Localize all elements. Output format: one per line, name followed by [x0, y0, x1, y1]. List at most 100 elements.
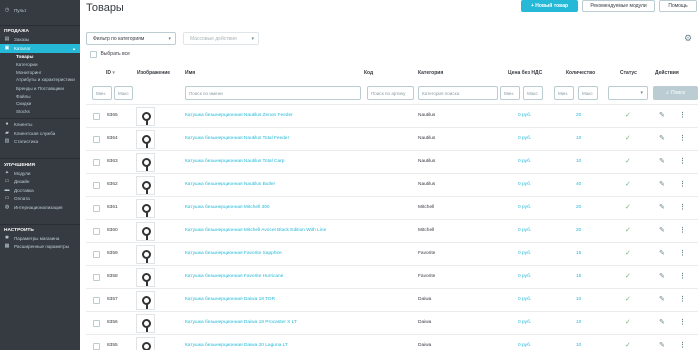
product-name-link[interactable]: Катушка безынерционная Nautilus Zenon Fe…: [185, 113, 293, 118]
search-button[interactable]: ⌕ Поиск: [653, 86, 698, 100]
product-quantity[interactable]: 10: [576, 343, 581, 348]
id-min-input[interactable]: Мин.: [92, 86, 112, 100]
edit-pencil-icon[interactable]: ✎: [659, 180, 665, 188]
edit-pencil-icon[interactable]: ✎: [659, 341, 665, 349]
sidebar-item-modules[interactable]: ✦ Модули: [0, 169, 80, 178]
sidebar-item-service[interactable]: ▰ Клиентская служба: [0, 129, 80, 138]
more-options-icon[interactable]: ⋮: [679, 180, 686, 188]
status-check-icon[interactable]: ✓: [625, 249, 631, 257]
product-quantity[interactable]: 20: [576, 113, 581, 118]
sidebar-item-orders[interactable]: ▤ Заказы: [0, 36, 80, 45]
select-all[interactable]: Выбрать все: [90, 51, 130, 58]
qty-max-input[interactable]: Макс: [578, 86, 598, 100]
product-thumbnail[interactable]: [136, 222, 155, 241]
more-options-icon[interactable]: ⋮: [679, 249, 686, 257]
bulk-actions-dropdown[interactable]: Массовые действия ▾: [183, 32, 259, 45]
column-name[interactable]: Имя: [185, 70, 195, 76]
name-search-input[interactable]: Поиск по имени: [185, 86, 361, 100]
product-name-link[interactable]: Катушка безынерционная Nautilus Total Fe…: [185, 136, 289, 141]
product-thumbnail[interactable]: [136, 199, 155, 218]
product-thumbnail[interactable]: [136, 337, 155, 350]
new-product-button[interactable]: + Новый товар: [521, 0, 578, 12]
product-price[interactable]: 0 руб.: [518, 297, 531, 302]
sidebar-subitem-discounts[interactable]: Скидки: [0, 100, 80, 108]
product-name-link[interactable]: Катушка безынерционная Nautilus Butler: [185, 182, 275, 187]
more-options-icon[interactable]: ⋮: [679, 272, 686, 280]
product-quantity[interactable]: 10: [576, 136, 581, 141]
price-max-input[interactable]: Макс: [523, 86, 543, 100]
product-name-link[interactable]: Катушка безынерционная Daiwa 18 Procaste…: [185, 320, 297, 325]
product-price[interactable]: 0 руб.: [518, 113, 531, 118]
edit-pencil-icon[interactable]: ✎: [659, 134, 665, 142]
row-checkbox[interactable]: [93, 205, 100, 212]
sidebar-subitem-categories[interactable]: Категории: [0, 60, 80, 68]
status-check-icon[interactable]: ✓: [625, 341, 631, 349]
product-name-link[interactable]: Катушка безынерционная Nautilus Total Ca…: [185, 159, 284, 164]
sidebar-item-payment[interactable]: ▭ Оплата: [0, 195, 80, 204]
sidebar-item-catalog[interactable]: ▣ Каталог ▲: [0, 44, 80, 53]
sidebar-item-shop-params[interactable]: ✱ Параметры магазина: [0, 235, 80, 244]
sidebar-item-dashboard[interactable]: ◷ Пульт: [0, 6, 80, 15]
sidebar-item-design[interactable]: ▭ Дизайн: [0, 178, 80, 187]
product-quantity[interactable]: 10: [576, 159, 581, 164]
category-filter-dropdown[interactable]: Фильтр по категориям ▾: [86, 32, 176, 45]
select-all-checkbox[interactable]: [90, 51, 97, 58]
product-price[interactable]: 0 руб.: [518, 205, 531, 210]
edit-pencil-icon[interactable]: ✎: [659, 111, 665, 119]
more-options-icon[interactable]: ⋮: [679, 318, 686, 326]
product-name-link[interactable]: Катушка безынерционная Favorite Hurrican…: [185, 274, 283, 279]
status-check-icon[interactable]: ✓: [625, 295, 631, 303]
sidebar-item-stats[interactable]: ▥ Статистика: [0, 138, 80, 147]
product-quantity[interactable]: 15: [576, 251, 581, 256]
status-check-icon[interactable]: ✓: [625, 318, 631, 326]
product-price[interactable]: 0 руб.: [518, 182, 531, 187]
edit-pencil-icon[interactable]: ✎: [659, 203, 665, 211]
product-thumbnail[interactable]: [136, 153, 155, 172]
product-thumbnail[interactable]: [136, 107, 155, 126]
product-price[interactable]: 0 руб.: [518, 274, 531, 279]
product-name-link[interactable]: Катушка безынерционная Mitchell Avocet B…: [185, 228, 326, 233]
status-select[interactable]: ▾: [608, 86, 648, 100]
more-options-icon[interactable]: ⋮: [679, 157, 686, 165]
gear-icon[interactable]: ⚙: [684, 33, 692, 44]
more-options-icon[interactable]: ⋮: [679, 295, 686, 303]
edit-pencil-icon[interactable]: ✎: [659, 226, 665, 234]
more-options-icon[interactable]: ⋮: [679, 226, 686, 234]
product-quantity[interactable]: 40: [576, 182, 581, 187]
product-quantity[interactable]: 20: [576, 205, 581, 210]
row-checkbox[interactable]: [93, 136, 100, 143]
sidebar-item-intl[interactable]: ◍ Интернационализация: [0, 203, 80, 212]
product-price[interactable]: 0 руб.: [518, 251, 531, 256]
sidebar-subitem-files[interactable]: Файлы: [0, 92, 80, 100]
sidebar-subitem-brands[interactable]: Бренды и Поставщики: [0, 84, 80, 92]
product-price[interactable]: 0 руб.: [518, 159, 531, 164]
row-checkbox[interactable]: [93, 343, 100, 350]
status-check-icon[interactable]: ✓: [625, 272, 631, 280]
column-price[interactable]: Цена без НДС: [508, 70, 542, 76]
code-search-input[interactable]: Поиск по артику: [367, 86, 414, 100]
category-search-input[interactable]: Категория поиска: [418, 86, 498, 100]
column-code[interactable]: Код: [364, 70, 373, 76]
product-name-link[interactable]: Катушка безынерционная Favorite Sapphire: [185, 251, 282, 256]
status-check-icon[interactable]: ✓: [625, 157, 631, 165]
price-min-input[interactable]: Мин.: [500, 86, 520, 100]
product-price[interactable]: 0 руб.: [518, 136, 531, 141]
row-checkbox[interactable]: [93, 113, 100, 120]
edit-pencil-icon[interactable]: ✎: [659, 157, 665, 165]
sidebar-item-shipping[interactable]: ▬ Доставка: [0, 186, 80, 195]
column-id[interactable]: ID ▾: [106, 70, 115, 76]
qty-min-input[interactable]: Мин.: [554, 86, 574, 100]
product-price[interactable]: 0 руб.: [518, 343, 531, 348]
column-status[interactable]: Статус: [620, 70, 637, 76]
edit-pencil-icon[interactable]: ✎: [659, 249, 665, 257]
sidebar-subitem-products[interactable]: Товары: [0, 53, 80, 61]
row-checkbox[interactable]: [93, 159, 100, 166]
id-max-input[interactable]: Макс: [114, 86, 133, 100]
sidebar-item-advanced[interactable]: ▦ Расширенные параметры: [0, 243, 80, 257]
product-name-link[interactable]: Катушка безынерционная Mitchell 300: [185, 205, 270, 210]
product-thumbnail[interactable]: [136, 268, 155, 287]
edit-pencil-icon[interactable]: ✎: [659, 295, 665, 303]
status-check-icon[interactable]: ✓: [625, 180, 631, 188]
row-checkbox[interactable]: [93, 251, 100, 258]
product-quantity[interactable]: 10: [576, 297, 581, 302]
